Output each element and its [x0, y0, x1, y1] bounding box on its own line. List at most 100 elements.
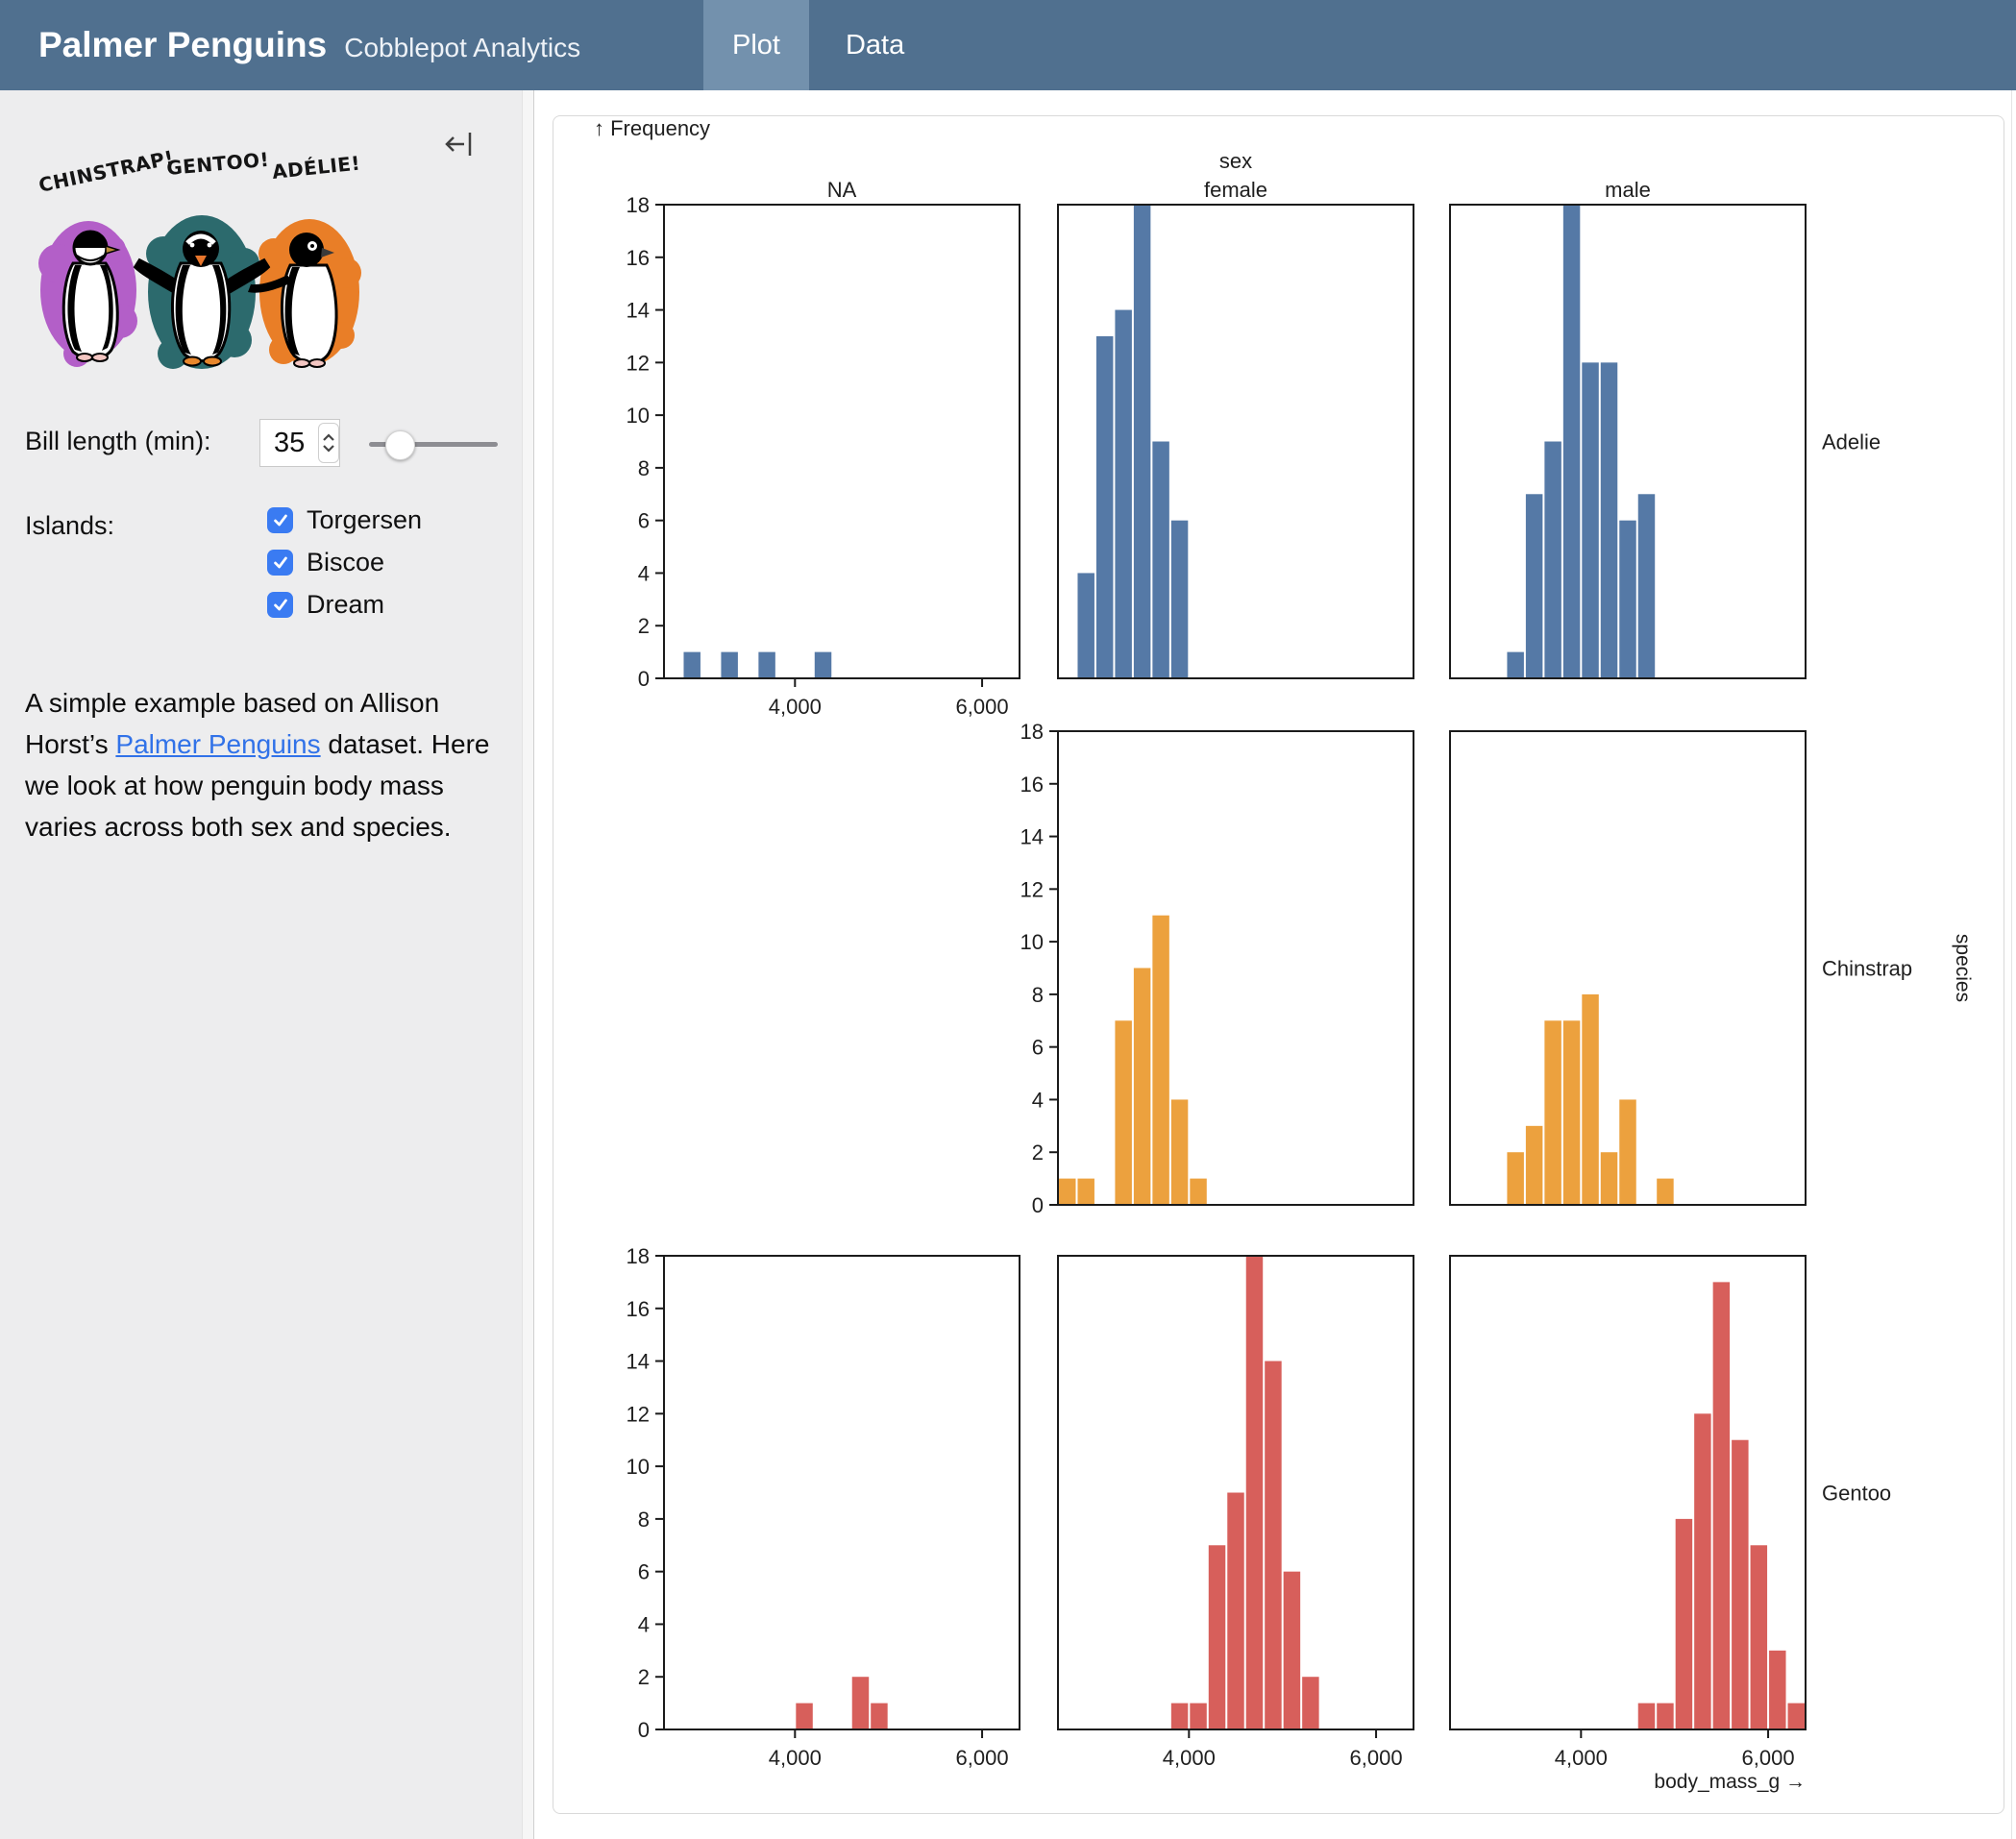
- penguins-artwork-image: CHINSTRAP! GENTOO! ADÉLIE!: [27, 146, 375, 377]
- histogram-bar: [1152, 442, 1168, 679]
- histogram-bar: [852, 1677, 869, 1729]
- histogram-bar: [1544, 442, 1561, 679]
- island-option-torgersen: Torgersen: [267, 504, 422, 535]
- histogram-bar: [1115, 1020, 1131, 1205]
- facet-panel-bg-Adelie-NA: [664, 205, 1020, 678]
- x-tick-label: 4,000: [1555, 1746, 1608, 1770]
- tab-data[interactable]: Data: [817, 0, 933, 90]
- y-tick-label: 4: [638, 561, 650, 585]
- row-header-Gentoo: Gentoo: [1822, 1482, 1891, 1506]
- histogram-bar: [1134, 969, 1150, 1206]
- plot-card: ↑ FrequencysexNAfemalemale02468101214161…: [553, 115, 2004, 1814]
- slider-thumb[interactable]: [385, 430, 415, 460]
- x-tick-label: 6,000: [1742, 1746, 1795, 1770]
- check-icon: [271, 552, 290, 572]
- torgersen-label[interactable]: Torgersen: [307, 505, 422, 535]
- island-option-dream: Dream: [267, 589, 384, 620]
- sidebar-scrollbar[interactable]: [522, 90, 533, 1839]
- dream-checkbox[interactable]: [267, 592, 293, 618]
- page-scrollbar[interactable]: [2011, 90, 2012, 1839]
- y-tick-label: 4: [1032, 1088, 1044, 1112]
- histogram-bar: [871, 1704, 887, 1729]
- histogram-bar: [1582, 362, 1598, 678]
- bill-length-input[interactable]: [272, 427, 318, 460]
- adelie-label: ADÉLIE!: [271, 151, 361, 184]
- histogram-bar: [1694, 1413, 1710, 1729]
- col-header-female: female: [1204, 178, 1267, 202]
- y-tick-label: 14: [627, 299, 650, 323]
- y-tick-label: 14: [627, 1350, 650, 1374]
- y-tick-label: 10: [627, 1455, 650, 1479]
- x-tick-label: 6,000: [956, 695, 1009, 719]
- app-title: Palmer Penguins: [38, 25, 327, 65]
- sidebar-collapse-button[interactable]: [440, 125, 479, 163]
- histogram-bar: [1601, 1152, 1617, 1205]
- histogram-bar: [815, 652, 831, 678]
- histogram-bar: [721, 652, 737, 678]
- histogram-bar: [1115, 310, 1131, 678]
- y-axis-title: ↑ Frequency: [594, 116, 710, 140]
- histogram-bar: [1265, 1361, 1281, 1729]
- histogram-bar: [1190, 1179, 1206, 1205]
- y-tick-label: 6: [638, 1560, 650, 1584]
- check-icon: [271, 510, 290, 529]
- facet-col-title: sex: [1219, 149, 1252, 173]
- check-icon: [271, 595, 290, 614]
- app-window: Palmer Penguins Cobblepot Analytics Plot…: [0, 0, 2016, 1839]
- y-tick-label: 12: [1020, 877, 1044, 901]
- histogram-bar: [1059, 1179, 1075, 1205]
- torgersen-checkbox[interactable]: [267, 507, 293, 533]
- row-header-Chinstrap: Chinstrap: [1822, 957, 1912, 981]
- bill-length-stepper[interactable]: [318, 423, 339, 463]
- histogram-bar: [1171, 521, 1188, 678]
- histogram-bar: [1544, 1020, 1561, 1205]
- description-text: A simple example based on Allison Horst’…: [25, 682, 492, 847]
- histogram-bar: [1190, 1704, 1206, 1729]
- biscoe-label[interactable]: Biscoe: [307, 548, 384, 577]
- facet-panel-bg-Gentoo-NA: [664, 1256, 1020, 1729]
- dream-label[interactable]: Dream: [307, 590, 384, 620]
- histogram-bar: [1134, 205, 1150, 678]
- y-tick-label: 16: [627, 1297, 650, 1321]
- histogram-bar: [1077, 1179, 1094, 1205]
- histogram-bar: [1507, 1152, 1523, 1205]
- col-header-NA: NA: [827, 178, 857, 202]
- y-tick-label: 18: [627, 1244, 650, 1268]
- facet-row-title: species: [1952, 934, 1974, 1002]
- biscoe-checkbox[interactable]: [267, 550, 293, 576]
- histogram-bar: [1601, 362, 1617, 678]
- row-header-Adelie: Adelie: [1822, 430, 1881, 454]
- x-tick-label: 4,000: [1163, 1746, 1216, 1770]
- histogram-bar: [796, 1704, 812, 1729]
- histogram-bar: [1152, 916, 1168, 1205]
- histogram-bar: [1713, 1282, 1730, 1729]
- histogram-bar: [1563, 205, 1580, 678]
- stepper-up-icon: [322, 433, 335, 442]
- stepper-down-icon: [322, 444, 335, 453]
- histogram-bar: [1788, 1704, 1805, 1729]
- histogram-bar: [1619, 521, 1635, 678]
- histogram-bar: [1732, 1440, 1748, 1729]
- histogram-bar: [1657, 1179, 1673, 1205]
- histogram-bar: [1769, 1651, 1785, 1729]
- histogram-bar: [683, 652, 700, 678]
- y-tick-label: 2: [1032, 1140, 1044, 1165]
- y-tick-label: 14: [1020, 825, 1044, 849]
- chinstrap-label: CHINSTRAP!: [37, 146, 176, 197]
- histogram-bar: [1171, 1704, 1188, 1729]
- y-tick-label: 0: [638, 667, 650, 691]
- y-tick-label: 8: [638, 1508, 650, 1532]
- histogram-bar: [1676, 1519, 1692, 1729]
- y-tick-label: 8: [1032, 983, 1044, 1007]
- palmer-penguins-link[interactable]: Palmer Penguins: [115, 729, 320, 759]
- island-option-biscoe: Biscoe: [267, 547, 384, 577]
- histogram-bar: [1507, 652, 1523, 678]
- tab-plot[interactable]: Plot: [703, 0, 809, 90]
- histogram-bar: [1751, 1545, 1767, 1729]
- y-tick-label: 4: [638, 1612, 650, 1636]
- x-tick-label: 4,000: [769, 695, 822, 719]
- histogram-bar: [1302, 1677, 1318, 1729]
- histogram-bar: [1096, 336, 1113, 678]
- y-tick-label: 2: [638, 1665, 650, 1689]
- y-tick-label: 10: [1020, 930, 1044, 954]
